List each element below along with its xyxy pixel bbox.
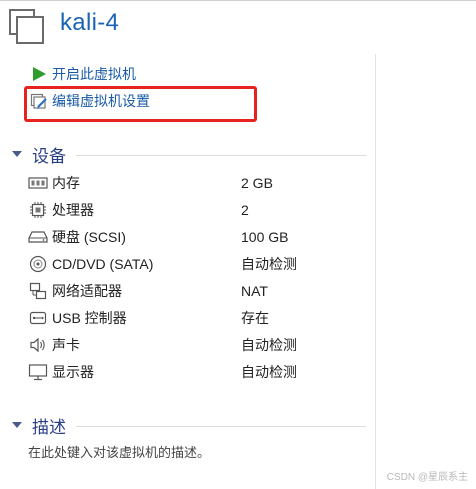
device-row-usb-controller[interactable]: USB 控制器 存在	[28, 306, 368, 330]
processor-icon	[28, 201, 48, 219]
power-on-vm-label: 开启此虚拟机	[52, 66, 136, 82]
device-value: 自动检测	[241, 256, 297, 272]
device-value: 100 GB	[241, 229, 289, 245]
devices-section-title: 设备	[32, 146, 66, 166]
device-row-hard-disk[interactable]: 硬盘 (SCSI) 100 GB	[28, 225, 368, 249]
cd-dvd-icon	[28, 255, 48, 273]
watermark: CSDN @星辰系主	[386, 472, 468, 483]
device-name: 内存	[52, 175, 80, 191]
device-row-display[interactable]: 显示器 自动检测	[28, 360, 368, 384]
device-row-cd-dvd[interactable]: CD/DVD (SATA) 自动检测	[28, 252, 368, 276]
device-name: USB 控制器	[52, 310, 127, 326]
virtual-machine-icon	[9, 9, 44, 44]
device-value: NAT	[241, 283, 268, 299]
device-value: 2 GB	[241, 175, 273, 191]
device-name: 网络适配器	[52, 283, 122, 299]
usb-icon	[28, 309, 48, 327]
devices-section-header[interactable]: 设备	[12, 143, 66, 166]
network-adapter-icon	[28, 282, 48, 300]
device-row-memory[interactable]: 内存 2 GB	[28, 171, 368, 195]
device-value: 自动检测	[241, 364, 297, 380]
memory-icon	[28, 174, 48, 192]
power-on-vm-link[interactable]: 开启此虚拟机	[30, 63, 136, 85]
device-row-processor[interactable]: 处理器 2	[28, 198, 368, 222]
red-highlight-annotation	[24, 86, 257, 122]
device-name: CD/DVD (SATA)	[52, 256, 154, 272]
device-value: 2	[241, 202, 249, 218]
device-name: 硬盘 (SCSI)	[52, 229, 126, 245]
section-divider	[76, 155, 366, 156]
collapse-triangle-icon	[12, 422, 22, 428]
play-icon	[30, 65, 48, 83]
device-name: 显示器	[52, 364, 94, 380]
device-value: 存在	[241, 310, 269, 326]
device-value: 自动检测	[241, 337, 297, 353]
speaker-icon	[28, 336, 48, 354]
hard-disk-icon	[28, 228, 48, 246]
vm-name-title: kali-4	[60, 9, 120, 36]
device-row-network-adapter[interactable]: 网络适配器 NAT	[28, 279, 368, 303]
collapse-triangle-icon	[12, 151, 22, 157]
device-name: 处理器	[52, 202, 94, 218]
section-divider	[76, 426, 366, 427]
description-section-header[interactable]: 描述	[12, 414, 66, 437]
vm-header: kali-4	[0, 0, 476, 54]
description-section-title: 描述	[32, 417, 66, 437]
monitor-icon	[28, 363, 48, 381]
device-name: 声卡	[52, 337, 80, 353]
device-row-sound-card[interactable]: 声卡 自动检测	[28, 333, 368, 357]
description-placeholder[interactable]: 在此处键入对该虚拟机的描述。	[28, 442, 210, 461]
panel-divider	[375, 54, 376, 489]
